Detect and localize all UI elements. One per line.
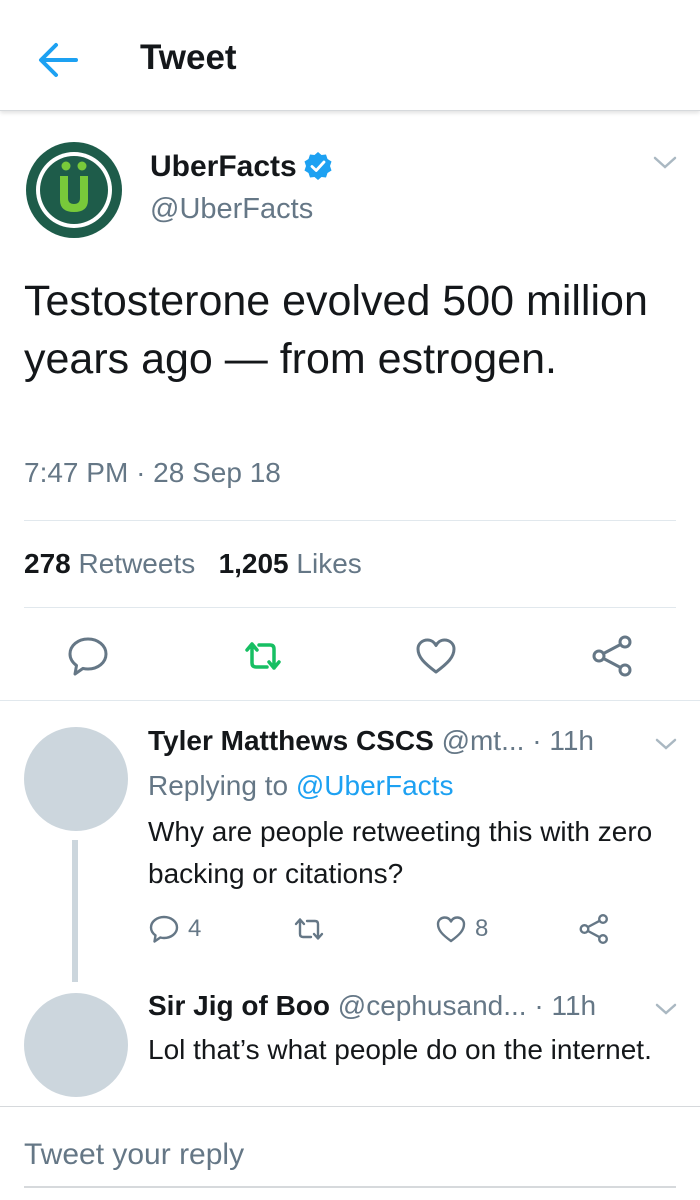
tweet-stats: 278 Retweets 1,205 Likes bbox=[24, 548, 362, 580]
like-count: 8 bbox=[475, 915, 489, 942]
composer-underline bbox=[24, 1186, 676, 1188]
divider bbox=[24, 607, 676, 608]
retweet-action[interactable] bbox=[292, 913, 326, 945]
top-bar: Tweet bbox=[0, 0, 700, 111]
page-title: Tweet bbox=[140, 38, 237, 77]
retweet-icon[interactable] bbox=[241, 634, 285, 678]
reply-author-name[interactable]: Sir Jig of Boo bbox=[148, 990, 330, 1021]
divider bbox=[24, 520, 676, 521]
meta-separator: · bbox=[136, 457, 146, 488]
reply-text: Lol that’s what people do on the interne… bbox=[148, 1034, 652, 1065]
reply-composer-input[interactable]: Tweet your reply bbox=[24, 1138, 244, 1172]
reply-time: · 11h bbox=[534, 990, 597, 1021]
reply-icon bbox=[149, 915, 179, 943]
like-action[interactable]: 8 bbox=[435, 913, 488, 945]
reply-author-handle[interactable]: @cephusand... bbox=[338, 990, 527, 1021]
chevron-down-icon[interactable] bbox=[654, 737, 678, 751]
mention-link[interactable]: @UberFacts bbox=[296, 770, 454, 801]
reply-header: Tyler Matthews CSCS @mt... · 11h bbox=[148, 725, 638, 757]
chevron-down-icon[interactable] bbox=[652, 155, 678, 171]
tweet-timestamp: 7:47 PM · 28 Sep 18 bbox=[24, 457, 281, 489]
verified-badge-icon bbox=[304, 152, 332, 180]
reply-action[interactable]: 4 bbox=[148, 913, 201, 945]
retweet-label: Retweets bbox=[78, 548, 196, 579]
share-icon[interactable] bbox=[590, 634, 634, 678]
retweets-stat[interactable]: 278 Retweets bbox=[24, 548, 195, 579]
replying-prefix: Replying to bbox=[148, 770, 289, 801]
divider bbox=[0, 1106, 700, 1107]
back-arrow-icon[interactable] bbox=[36, 40, 80, 80]
reply-header: Sir Jig of Boo @cephusand... · 11h bbox=[148, 990, 638, 1022]
reply-time: · 11h bbox=[532, 725, 594, 756]
tweet-text: Testosterone evolved 500 million years a… bbox=[24, 277, 648, 383]
like-heart-icon bbox=[436, 916, 466, 943]
retweet-count: 278 bbox=[24, 548, 71, 579]
share-action[interactable] bbox=[578, 913, 610, 945]
reply-count: 4 bbox=[188, 915, 202, 942]
uberfacts-avatar[interactable] bbox=[24, 140, 124, 240]
tweet-date: 28 Sep 18 bbox=[153, 457, 281, 488]
replying-to: Replying to @UberFacts bbox=[148, 770, 453, 802]
likes-stat[interactable]: 1,205 Likes bbox=[219, 548, 362, 579]
divider bbox=[0, 700, 700, 701]
reply-author-handle[interactable]: @mt... bbox=[442, 725, 525, 756]
like-label: Likes bbox=[296, 548, 362, 579]
reply-text: Why are people retweeting this with zero… bbox=[148, 816, 653, 889]
chevron-down-icon[interactable] bbox=[654, 1002, 678, 1016]
author-name[interactable]: UberFacts bbox=[150, 150, 297, 184]
reply-icon[interactable] bbox=[66, 634, 110, 678]
retweet-icon bbox=[294, 918, 324, 940]
reply-avatar[interactable] bbox=[24, 727, 128, 831]
share-icon bbox=[579, 914, 609, 945]
thread-connector-line bbox=[72, 840, 78, 982]
like-heart-icon[interactable] bbox=[414, 634, 458, 678]
tweet-time: 7:47 PM bbox=[24, 457, 129, 488]
reply-author-name[interactable]: Tyler Matthews CSCS bbox=[148, 725, 434, 756]
reply-avatar[interactable] bbox=[24, 993, 128, 1097]
like-count: 1,205 bbox=[218, 548, 289, 579]
author-handle[interactable]: @UberFacts bbox=[150, 193, 313, 226]
